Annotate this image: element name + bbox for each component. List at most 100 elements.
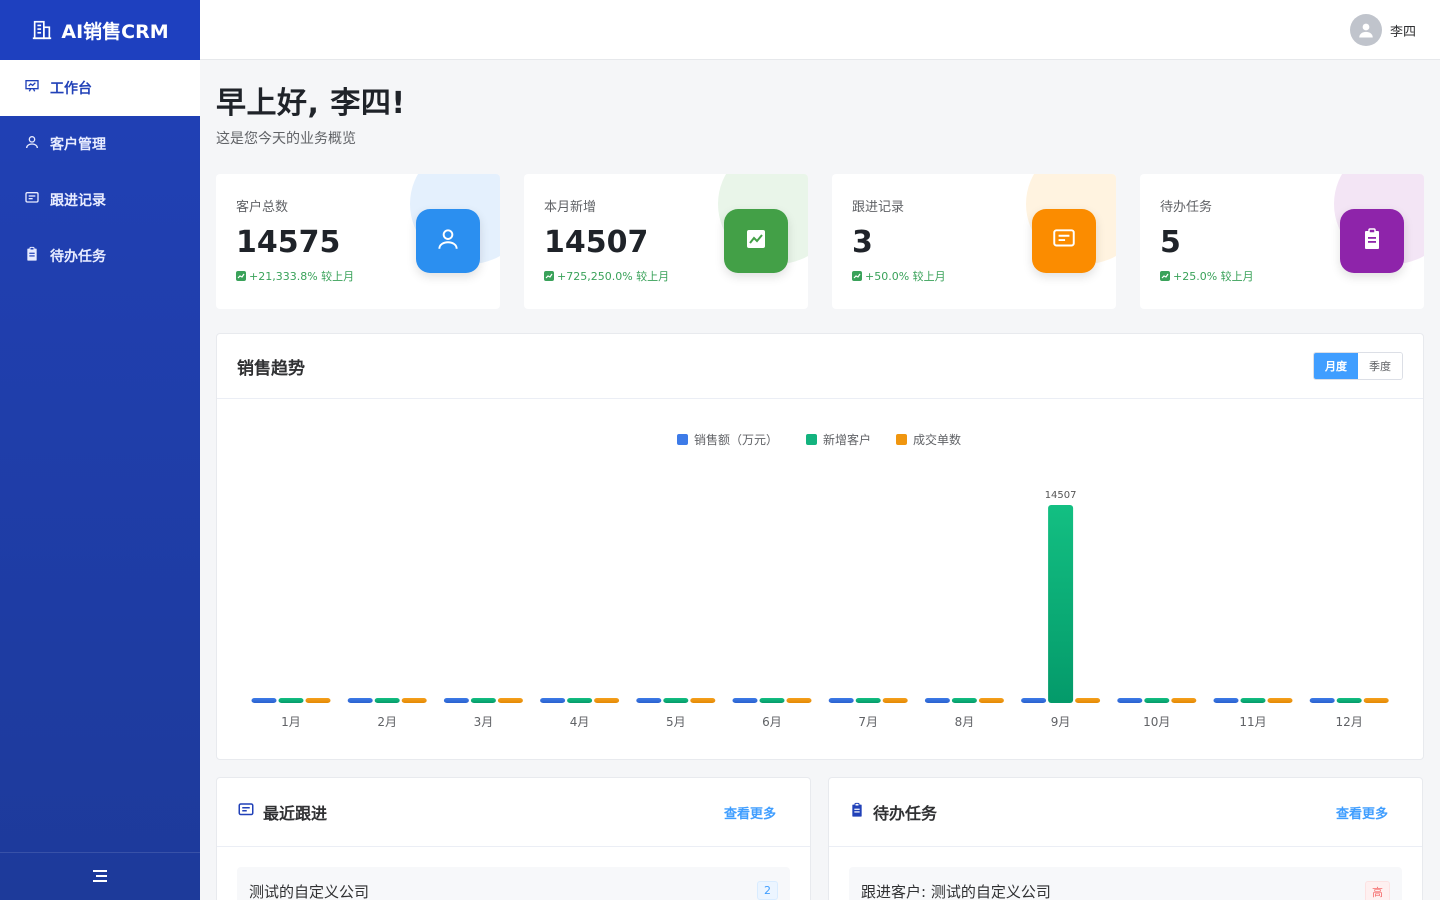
menu-fold-icon bbox=[93, 867, 107, 886]
user-menu[interactable]: 李四 bbox=[1349, 14, 1416, 46]
trend-up-icon bbox=[1160, 271, 1170, 281]
chart-bar[interactable] bbox=[1213, 698, 1239, 703]
message-icon bbox=[1051, 226, 1077, 256]
chart-bar[interactable] bbox=[663, 698, 689, 703]
clipboard-icon bbox=[849, 802, 865, 822]
legend-item[interactable]: 新增客户 bbox=[806, 432, 871, 447]
chart-bar[interactable] bbox=[1267, 698, 1293, 703]
stat-card-new[interactable]: 本月新增 14507 +725,250.0% 较上月 bbox=[524, 174, 808, 309]
avatar[interactable] bbox=[1349, 14, 1382, 46]
clipboard-icon bbox=[1360, 227, 1384, 255]
sales-trend-chart: 销售额（万元） 新增客户 成交单数 1月 2月 3月 4月 5月 6月 7月 8月 9月 10月 11月… bbox=[217, 400, 1423, 760]
chart-bar[interactable] bbox=[1240, 698, 1266, 703]
list-item[interactable]: 测试的自定义公司 2 bbox=[237, 867, 790, 900]
chart-bar[interactable] bbox=[540, 698, 566, 703]
card-header: 待办任务 查看更多 bbox=[829, 778, 1422, 847]
collapse-sidebar-button[interactable] bbox=[0, 852, 200, 900]
chart-bar[interactable] bbox=[1144, 698, 1170, 703]
chart-bar[interactable] bbox=[978, 698, 1004, 703]
list-item-title: 跟进客户: 测试的自定义公司 bbox=[861, 883, 1051, 900]
chart-bar[interactable] bbox=[347, 698, 373, 703]
sidebar-item-label: 跟进记录 bbox=[50, 193, 106, 209]
chart-bar[interactable] bbox=[305, 698, 331, 703]
stat-card-followups[interactable]: 跟进记录 3 +50.0% 较上月 bbox=[832, 174, 1116, 309]
username: 李四 bbox=[1389, 24, 1416, 40]
chart-bar[interactable] bbox=[374, 698, 400, 703]
brand[interactable]: AI销售CRM bbox=[0, 0, 200, 60]
legend-swatch bbox=[806, 434, 817, 445]
list-item[interactable]: 跟进客户: 测试的自定义公司 高 bbox=[849, 867, 1402, 900]
chart-bar[interactable] bbox=[1336, 698, 1362, 703]
legend-label: 销售额（万元） bbox=[694, 432, 778, 447]
chart-bar[interactable] bbox=[924, 698, 950, 703]
stat-trend-text: +21,333.8% 较上月 bbox=[249, 270, 355, 283]
chart-bar[interactable] bbox=[1048, 505, 1074, 703]
chart-bar[interactable] bbox=[594, 698, 620, 703]
sidebar-item-customers[interactable]: 客户管理 bbox=[0, 116, 200, 172]
user-icon bbox=[435, 226, 461, 256]
chart-bar[interactable] bbox=[567, 698, 593, 703]
chart-bar[interactable] bbox=[636, 698, 662, 703]
chart-bar[interactable] bbox=[470, 698, 496, 703]
chart-bar[interactable] bbox=[786, 698, 812, 703]
chart-bar[interactable] bbox=[759, 698, 785, 703]
chart-bar[interactable] bbox=[855, 698, 881, 703]
chart-bar[interactable] bbox=[278, 698, 304, 703]
legend-label: 成交单数 bbox=[913, 432, 961, 447]
stat-card-customers[interactable]: 客户总数 14575 +21,333.8% 较上月 bbox=[216, 174, 500, 309]
clipboard-icon bbox=[24, 246, 40, 266]
chart-bar[interactable] bbox=[828, 698, 854, 703]
sidebar-nav: 工作台 客户管理 跟进记录 待办任务 bbox=[0, 60, 200, 284]
tab-monthly[interactable]: 月度 bbox=[1314, 353, 1358, 379]
chart-bar[interactable] bbox=[1363, 698, 1389, 703]
legend-label: 新增客户 bbox=[823, 432, 871, 447]
top-header: 李四 bbox=[200, 0, 1440, 60]
chart-bar[interactable] bbox=[1075, 698, 1101, 703]
x-tick-label: 6月 bbox=[762, 715, 782, 729]
stat-cards: 客户总数 14575 +21,333.8% 较上月 本月新增 14507 +72… bbox=[216, 174, 1424, 309]
page-title: 早上好, 李四! bbox=[216, 86, 406, 121]
data-label: 14507 bbox=[1045, 490, 1077, 501]
tab-quarterly[interactable]: 季度 bbox=[1358, 353, 1402, 379]
chart-bar[interactable] bbox=[732, 698, 758, 703]
chart-bar[interactable] bbox=[1171, 698, 1197, 703]
trend-up-icon bbox=[236, 271, 246, 281]
chart-bar[interactable] bbox=[443, 698, 469, 703]
view-more-link[interactable]: 查看更多 bbox=[1336, 803, 1388, 822]
legend-swatch bbox=[896, 434, 907, 445]
sidebar-item-followups[interactable]: 跟进记录 bbox=[0, 172, 200, 228]
legend-item[interactable]: 成交单数 bbox=[896, 432, 961, 447]
sidebar-item-tasks[interactable]: 待办任务 bbox=[0, 228, 200, 284]
view-more-link[interactable]: 查看更多 bbox=[724, 803, 776, 822]
chart-bar[interactable] bbox=[1309, 698, 1335, 703]
page-subtitle: 这是您今天的业务概览 bbox=[216, 131, 356, 147]
count-badge: 2 bbox=[757, 881, 778, 900]
stat-icon-box bbox=[1032, 209, 1096, 273]
stat-trend-text: +725,250.0% 较上月 bbox=[557, 270, 670, 283]
sidebar-item-dashboard[interactable]: 工作台 bbox=[0, 60, 200, 116]
chart-bar[interactable] bbox=[951, 698, 977, 703]
chart-bar[interactable] bbox=[1021, 698, 1047, 703]
chart-bar[interactable] bbox=[251, 698, 277, 703]
x-tick-label: 5月 bbox=[666, 715, 686, 729]
stat-trend-text: +25.0% 较上月 bbox=[1173, 270, 1254, 283]
x-tick-label: 7月 bbox=[858, 715, 878, 729]
chart-legend: 销售额（万元） 新增客户 成交单数 bbox=[677, 432, 961, 447]
chart-data-labels: 14507 bbox=[1045, 490, 1077, 501]
x-tick-label: 10月 bbox=[1143, 715, 1170, 729]
chart-x-axis: 1月 2月 3月 4月 5月 6月 7月 8月 9月 10月 11月 12月 bbox=[281, 715, 1363, 729]
chart-bar[interactable] bbox=[401, 698, 427, 703]
chart-bar[interactable] bbox=[1117, 698, 1143, 703]
chart-bar[interactable] bbox=[497, 698, 523, 703]
chart-bar[interactable] bbox=[882, 698, 908, 703]
period-toggle: 月度 季度 bbox=[1313, 352, 1403, 380]
x-tick-label: 3月 bbox=[474, 715, 494, 729]
main-content: 早上好, 李四! 这是您今天的业务概览 客户总数 14575 +21,333.8… bbox=[216, 60, 1424, 900]
x-tick-label: 8月 bbox=[955, 715, 975, 729]
stat-card-tasks[interactable]: 待办任务 5 +25.0% 较上月 bbox=[1140, 174, 1424, 309]
chart-bar[interactable] bbox=[690, 698, 716, 703]
trend-chart-icon bbox=[744, 227, 768, 255]
x-tick-label: 1月 bbox=[281, 715, 301, 729]
legend-item[interactable]: 销售额（万元） bbox=[677, 432, 778, 447]
message-icon bbox=[237, 801, 255, 823]
